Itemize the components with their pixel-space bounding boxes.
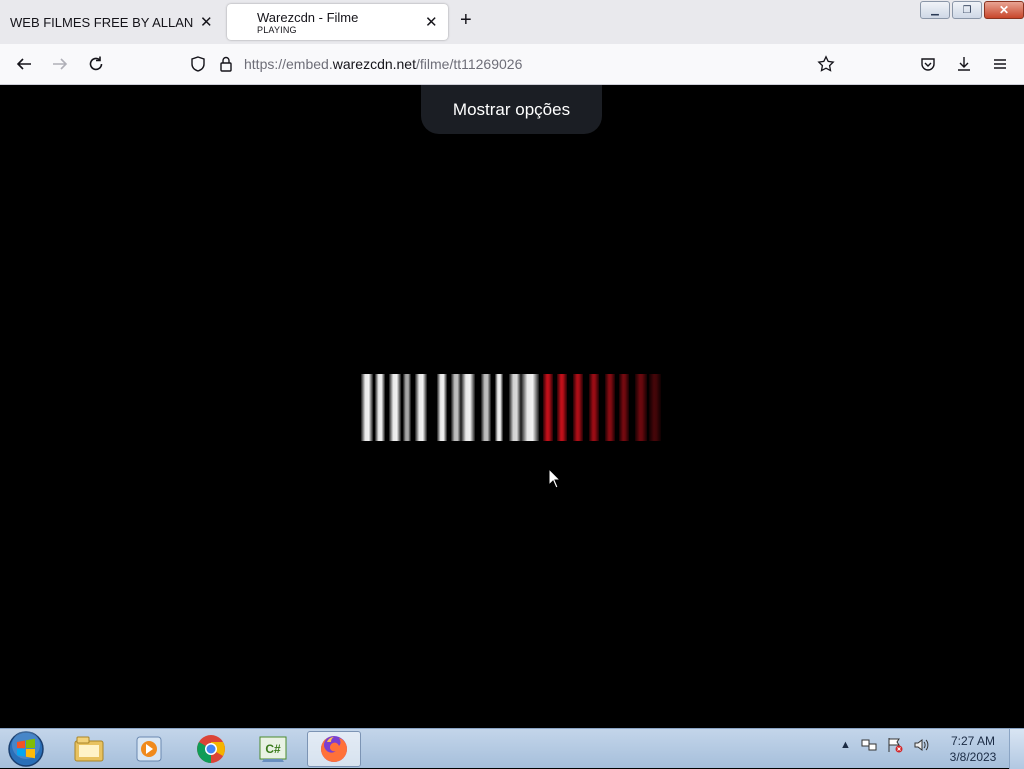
chrome-icon[interactable] — [184, 731, 238, 767]
tab-title: Warezcdn - Filme — [257, 10, 359, 25]
tab-playing-label: PLAYING — [257, 25, 297, 35]
mouse-cursor-icon — [548, 468, 562, 489]
volume-icon[interactable] — [913, 737, 929, 753]
clock[interactable]: 7:27 AM 3/8/2023 — [940, 733, 1006, 765]
show-options-button[interactable]: Mostrar opções — [421, 85, 602, 134]
url-domain: warezcdn.net — [332, 56, 416, 72]
tab-title: WEB FILMES FREE BY ALLAN — [10, 15, 194, 30]
new-tab-icon[interactable]: + — [460, 10, 472, 30]
close-tab-icon[interactable]: ✕ — [425, 13, 438, 31]
media-player-icon[interactable] — [122, 731, 176, 767]
loader-red-bars — [543, 374, 661, 441]
network-icon[interactable] — [861, 737, 877, 753]
close-tab-icon[interactable]: ✕ — [200, 13, 213, 31]
system-tray: ▲ — [840, 737, 929, 753]
loader-white-bars — [361, 374, 539, 441]
url-path: /filme/tt11269026 — [416, 56, 523, 72]
action-center-flag-icon[interactable] — [887, 737, 903, 753]
downloads-icon[interactable] — [954, 54, 974, 74]
pocket-icon[interactable] — [918, 54, 938, 74]
csharp-ide-icon[interactable]: C# — [246, 731, 300, 767]
taskbar: C# ▲ 7:27 AM 3/8/2023 — [0, 728, 1024, 769]
menu-hamburger-icon[interactable] — [990, 54, 1010, 74]
show-hidden-icons-icon[interactable]: ▲ — [840, 739, 851, 751]
clock-date: 3/8/2023 — [949, 750, 997, 764]
svg-text:C#: C# — [265, 742, 281, 756]
minimize-icon[interactable]: ▁ — [920, 1, 950, 19]
forward-icon[interactable] — [50, 54, 70, 74]
loading-animation — [361, 374, 661, 441]
clock-time: 7:27 AM — [950, 734, 996, 748]
window-close-icon[interactable]: ✕ — [984, 1, 1024, 19]
video-player-page[interactable]: Mostrar opções — [0, 85, 1024, 728]
url-prefix: https://embed. — [244, 56, 333, 72]
tracking-shield-icon[interactable] — [188, 54, 208, 74]
navigation-bar: https://embed.warezcdn.net/filme/tt11269… — [0, 44, 1024, 85]
start-button-icon[interactable] — [6, 729, 46, 769]
tab-bar: WEB FILMES FREE BY ALLAN ✕ Warezcdn - Fi… — [0, 0, 1024, 44]
tab-warezcdn[interactable]: Warezcdn - Filme PLAYING ✕ — [227, 4, 448, 40]
back-icon[interactable] — [14, 54, 34, 74]
lock-icon[interactable] — [216, 54, 236, 74]
bookmark-star-icon[interactable] — [816, 54, 836, 74]
tab-web-filmes[interactable]: WEB FILMES FREE BY ALLAN ✕ — [0, 4, 222, 40]
show-desktop-button[interactable] — [1009, 729, 1024, 769]
firefox-icon[interactable] — [307, 731, 361, 767]
url-bar[interactable]: https://embed.warezcdn.net/filme/tt11269… — [244, 56, 522, 72]
reload-icon[interactable] — [86, 54, 106, 74]
explorer-icon[interactable] — [62, 731, 116, 767]
window-controls: ▁ ❐ ✕ — [920, 1, 1024, 21]
restore-icon[interactable]: ❐ — [952, 1, 982, 19]
